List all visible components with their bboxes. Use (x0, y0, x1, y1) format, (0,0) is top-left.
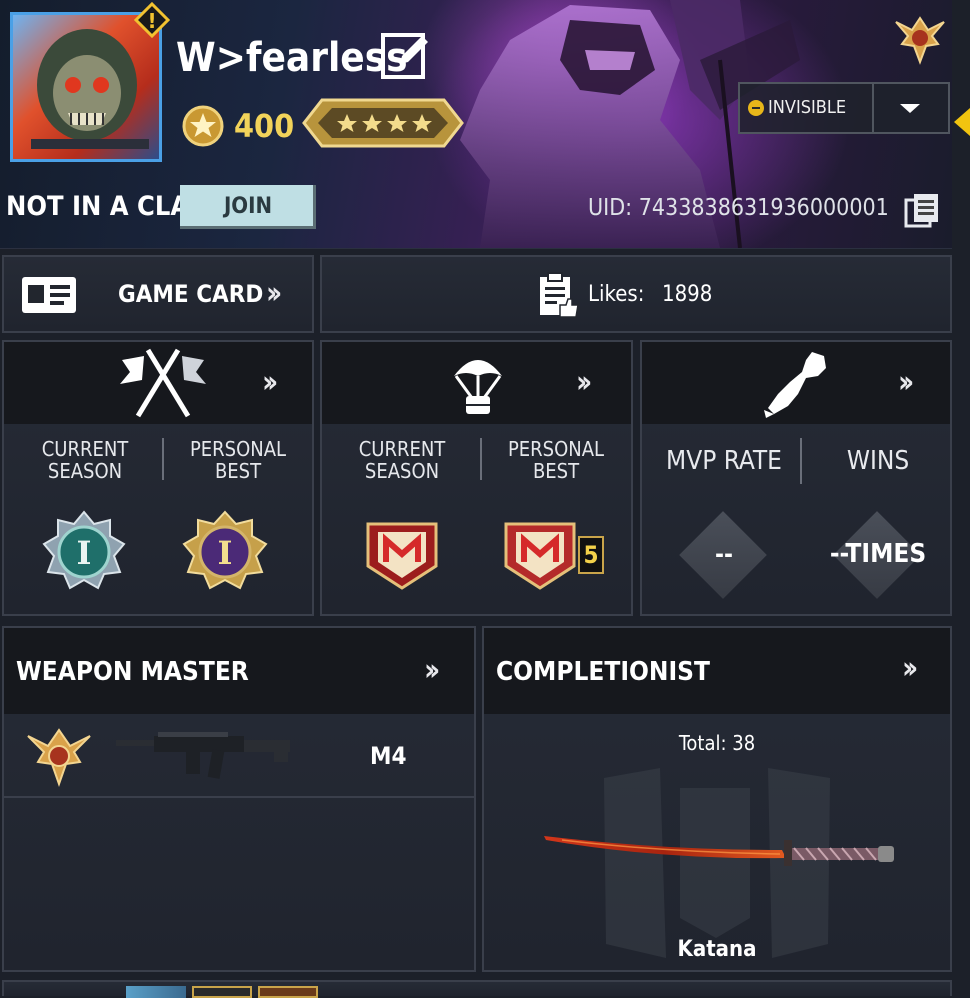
alert-icon[interactable]: ! (133, 1, 171, 39)
stats-header: ›› (642, 342, 950, 424)
ranked-br-header: ›› (322, 342, 631, 424)
likes-value: 1898 (662, 282, 713, 307)
completionist-header: COMPLETIONIST ›› (484, 628, 950, 714)
status-label: INVISIBLE (768, 97, 847, 118)
personal-best-rank-icon[interactable]: I (180, 510, 270, 594)
wins-value: --TIMES (829, 539, 927, 569)
weapon-master-panel[interactable]: WEAPON MASTER ›› M4 (2, 626, 476, 972)
chevron-right-icon[interactable]: ›› (424, 656, 440, 686)
completionist-panel[interactable]: COMPLETIONIST ›› Total: 38 Katana (482, 626, 952, 972)
clipboard-like-icon (536, 271, 580, 319)
ranked-mp-header: ›› (4, 342, 312, 424)
game-card-button[interactable]: GAME CARD ›› (2, 255, 314, 333)
mvp-rate-value: -- (715, 540, 733, 568)
column-divider (162, 438, 164, 480)
ranked-br-panel[interactable]: ›› CURRENT SEASON PERSONAL BEST 5 (320, 340, 633, 616)
katana-icon (544, 836, 894, 866)
join-clan-button[interactable]: JOIN (180, 185, 316, 229)
likes-panel[interactable]: Likes: 1898 (320, 255, 952, 333)
br-badge-count: 5 (578, 536, 604, 574)
next-item-thumb (192, 986, 252, 998)
profile-header: ! W>fearless 400 NOT IN A CLAN JOIN UID:… (0, 0, 952, 249)
dropdown-divider (872, 84, 874, 132)
m4-rifle-icon (114, 730, 294, 786)
ranked-mp-panel[interactable]: ›› CURRENT SEASON PERSONAL BEST I I (2, 340, 314, 616)
edit-name-icon[interactable] (380, 30, 432, 82)
game-card-label: GAME CARD (118, 280, 264, 308)
credits-star-icon (182, 105, 224, 147)
chevron-right-icon[interactable]: ›› (262, 368, 278, 398)
current-season-label: CURRENT SEASON (41, 437, 129, 483)
copy-uid-icon[interactable] (904, 192, 940, 228)
chevron-right-icon: ›› (266, 276, 282, 311)
column-divider (480, 438, 482, 480)
svg-text:!: ! (147, 9, 156, 33)
current-season-label: CURRENT SEASON (358, 437, 446, 483)
status-dot-icon (748, 100, 764, 116)
next-item-thumb (258, 986, 318, 998)
current-season-rank-icon[interactable]: I (40, 510, 128, 594)
completionist-title: COMPLETIONIST (496, 657, 710, 687)
username: W>fearless (176, 35, 408, 81)
weapon-master-header: WEAPON MASTER ›› (4, 628, 474, 714)
weapon-row[interactable]: M4 (4, 716, 474, 798)
best-tier-text: I (218, 534, 233, 572)
parachute-icon (448, 350, 508, 418)
wins-label: WINS (846, 446, 910, 476)
completionist-item-name: Katana (677, 937, 757, 962)
column-divider (800, 438, 802, 484)
mvp-rate-label: MVP RATE (666, 446, 782, 476)
credits-value: 400 (234, 107, 295, 145)
status-dropdown[interactable]: INVISIBLE (738, 82, 950, 134)
next-item-thumb (126, 986, 186, 998)
chevron-right-icon[interactable]: ›› (898, 368, 914, 398)
completionist-total: Total: 38 (678, 731, 756, 755)
weapon-master-title: WEAPON MASTER (16, 657, 249, 687)
id-card-icon (20, 275, 78, 315)
personal-best-br-rank-icon[interactable] (500, 518, 580, 590)
current-tier-text: I (77, 534, 92, 572)
clan-status: NOT IN A CLAN (6, 191, 210, 222)
next-section-panel (2, 980, 952, 998)
chevron-right-icon[interactable]: ›› (576, 368, 592, 398)
crossed-flags-icon (118, 344, 208, 422)
stats-panel[interactable]: ›› MVP RATE WINS -- --TIMES (640, 340, 952, 616)
chevron-right-icon[interactable]: ›› (902, 654, 918, 684)
chevron-down-icon[interactable] (900, 104, 920, 113)
likes-label: Likes: (588, 282, 645, 307)
personal-best-label: PERSONAL BEST (189, 437, 287, 483)
rank-emblem-icon[interactable] (892, 14, 948, 66)
weapon-name: M4 (370, 742, 407, 770)
uid-text: UID: 7433838631936000001 (588, 195, 889, 221)
current-season-br-rank-icon[interactable] (362, 518, 442, 590)
arm-trophy-icon (762, 348, 832, 420)
side-drawer-arrow-icon[interactable] (954, 108, 970, 136)
weapon-rank-badge-icon (24, 726, 94, 788)
prestige-stars-icon (302, 94, 464, 152)
personal-best-label: PERSONAL BEST (507, 437, 605, 483)
